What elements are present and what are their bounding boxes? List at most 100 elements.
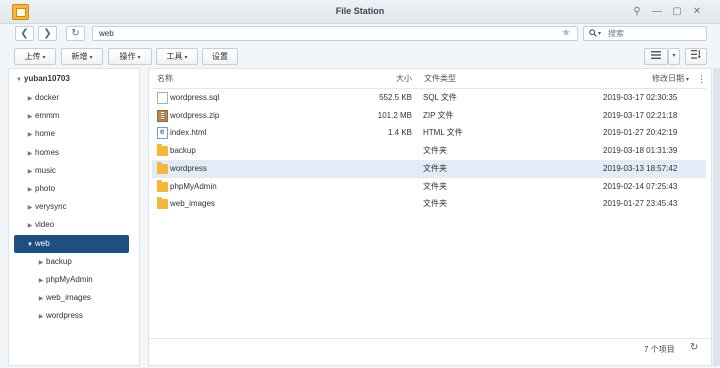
column-header-type[interactable]: 文件类型 bbox=[424, 70, 456, 88]
minimize-button[interactable]: — bbox=[650, 5, 664, 18]
expand-arrow-icon[interactable]: ▶ bbox=[25, 126, 35, 144]
expand-arrow-icon[interactable]: ▶ bbox=[36, 272, 46, 290]
expand-arrow-icon[interactable]: ▶ bbox=[36, 290, 46, 308]
expand-arrow-icon[interactable]: ▶ bbox=[25, 145, 35, 163]
expand-arrow-icon[interactable]: ▶ bbox=[36, 308, 46, 326]
sort-button[interactable] bbox=[685, 48, 707, 65]
search-input[interactable] bbox=[608, 28, 702, 39]
pin-icon[interactable]: ⚲ bbox=[630, 5, 644, 18]
path-bar[interactable]: web ★ bbox=[92, 26, 578, 41]
sidebar-item-label: web bbox=[35, 238, 50, 248]
list-view-button[interactable] bbox=[644, 48, 668, 65]
footer-divider bbox=[149, 338, 711, 339]
file-size: 1.4 KB bbox=[387, 128, 412, 138]
tree-root-server[interactable]: ▼ yuban10703 bbox=[14, 70, 138, 88]
sidebar-item-home[interactable]: ▶ home bbox=[25, 125, 128, 143]
folder-icon bbox=[157, 161, 168, 174]
file-name: backup bbox=[170, 146, 196, 156]
sidebar-item-label: web_images bbox=[46, 293, 91, 303]
column-header-modified[interactable]: 修改日期 ▾ bbox=[652, 70, 689, 88]
file-modified-date: 2019-01-27 23:45:43 bbox=[603, 199, 678, 209]
maximize-button[interactable]: ▢ bbox=[670, 5, 684, 18]
expand-arrow-icon[interactable]: ▼ bbox=[14, 71, 24, 89]
column-header-name[interactable]: 名称 bbox=[157, 70, 173, 88]
file-row[interactable]: web_images 文件夹 2019-01-27 23:45:43 bbox=[152, 195, 706, 213]
sidebar-item-wordpress[interactable]: ▶ wordpress bbox=[36, 307, 128, 325]
upload-button[interactable]: 上传 ▾ bbox=[14, 48, 56, 65]
file-row[interactable]: wordpress.sql 552.5 KB SQL 文件 2019-03-17 02… bbox=[152, 89, 706, 107]
current-path: web bbox=[99, 29, 114, 38]
favorite-star-icon[interactable]: ★ bbox=[561, 27, 571, 40]
file-name: phpMyAdmin bbox=[170, 181, 217, 191]
search-icon[interactable] bbox=[589, 29, 597, 39]
search-options-caret-icon[interactable]: ▾ bbox=[598, 30, 601, 37]
search-box[interactable]: ▾ bbox=[583, 26, 707, 41]
sidebar-item-web-images[interactable]: ▶ web_images bbox=[36, 289, 128, 307]
file-row[interactable]: wordpress.zip 101.2 MB ZIP 文件 2019-03-17 02… bbox=[152, 107, 706, 125]
sidebar-item-label: emmm bbox=[35, 111, 60, 121]
background-strip bbox=[713, 68, 720, 366]
settings-label: 设置 bbox=[212, 52, 228, 61]
folder-icon bbox=[157, 179, 168, 192]
action-button[interactable]: 操作 ▾ bbox=[108, 48, 152, 65]
html-file-icon bbox=[157, 127, 168, 140]
column-header-size[interactable]: 大小 bbox=[396, 70, 412, 88]
file-row[interactable]: wordpress 文件夹 2019-03-13 18:57:42 bbox=[152, 159, 706, 178]
file-type: HTML 文件 bbox=[423, 128, 463, 138]
create-button[interactable]: 新增 ▾ bbox=[61, 48, 103, 65]
refresh-list-icon[interactable]: ↻ bbox=[690, 342, 698, 353]
sidebar-item-label: video bbox=[35, 220, 55, 230]
window-title: File Station bbox=[335, 6, 385, 16]
expand-arrow-icon[interactable]: ▶ bbox=[25, 199, 35, 217]
close-button[interactable]: ✕ bbox=[690, 5, 704, 18]
title-bar: File Station ⚲ — ▢ ✕ bbox=[0, 0, 720, 24]
sql-file-icon bbox=[157, 92, 168, 104]
sidebar-item-verysync[interactable]: ▶ verysync bbox=[25, 198, 128, 216]
sidebar-item-phpmyadmin[interactable]: ▶ phpMyAdmin bbox=[36, 271, 128, 289]
refresh-button[interactable]: ↻ bbox=[66, 26, 85, 41]
file-type: 文件夹 bbox=[423, 199, 447, 209]
file-size bbox=[352, 195, 412, 213]
chevron-down-icon: ▾ bbox=[184, 55, 188, 61]
expand-arrow-icon[interactable]: ▶ bbox=[25, 181, 35, 199]
collapse-arrow-icon[interactable]: ▼ bbox=[25, 236, 35, 254]
file-size: 101.2 MB bbox=[377, 110, 412, 120]
view-options-caret-icon[interactable]: ▾ bbox=[668, 48, 680, 65]
file-modified-date: 2019-02-14 07:25:43 bbox=[603, 181, 678, 191]
sidebar-item-homes[interactable]: ▶ homes bbox=[25, 144, 128, 162]
sidebar-item-photo[interactable]: ▶ photo bbox=[25, 180, 128, 198]
back-button[interactable]: ❮ bbox=[15, 26, 34, 41]
expand-arrow-icon[interactable]: ▶ bbox=[25, 217, 35, 235]
sidebar-item-video[interactable]: ▶ video bbox=[25, 216, 128, 234]
expand-arrow-icon[interactable]: ▶ bbox=[25, 90, 35, 108]
tools-button[interactable]: 工具 ▾ bbox=[156, 48, 198, 65]
sidebar-item-docker[interactable]: ▶ docker bbox=[25, 89, 128, 107]
zip-file-icon bbox=[157, 109, 168, 122]
chevron-down-icon: ▾ bbox=[137, 55, 141, 61]
sidebar-item-emmm[interactable]: ▶ emmm bbox=[25, 107, 128, 125]
file-row[interactable]: phpMyAdmin 文件夹 2019-02-14 07:25:43 bbox=[152, 178, 706, 196]
forward-button[interactable]: ❯ bbox=[38, 26, 57, 41]
create-label: 新增 bbox=[71, 52, 88, 61]
sidebar-item-backup[interactable]: ▶ backup bbox=[36, 253, 128, 271]
file-name: wordpress bbox=[170, 163, 207, 173]
expand-arrow-icon[interactable]: ▶ bbox=[36, 254, 46, 272]
file-size: 552.5 KB bbox=[379, 93, 412, 102]
action-label: 操作 bbox=[119, 52, 136, 61]
sidebar-item-music[interactable]: ▶ music bbox=[25, 162, 128, 180]
sidebar-item-label: phpMyAdmin bbox=[46, 275, 93, 284]
file-row[interactable]: index.html 1.4 KB HTML 文件 2019-01-27 20:42:… bbox=[152, 124, 706, 142]
file-row[interactable]: backup 文件夹 2019-03-18 01:31:39 bbox=[152, 142, 706, 160]
expand-arrow-icon[interactable]: ▶ bbox=[25, 108, 35, 126]
column-options-icon[interactable]: ⋮ bbox=[697, 70, 706, 88]
file-size bbox=[352, 142, 412, 160]
tools-label: 工具 bbox=[166, 52, 183, 61]
sidebar-item-label: homes bbox=[35, 147, 60, 157]
expand-arrow-icon[interactable]: ▶ bbox=[25, 163, 35, 181]
sidebar-item-web[interactable]: ▼ web bbox=[14, 234, 129, 254]
settings-button[interactable]: 设置 bbox=[202, 48, 238, 65]
chevron-down-icon: ▾ bbox=[89, 55, 93, 61]
chevron-down-icon: ▾ bbox=[42, 55, 46, 61]
file-name: wordpress.zip bbox=[170, 110, 220, 120]
sort-desc-caret-icon: ▾ bbox=[686, 77, 690, 83]
